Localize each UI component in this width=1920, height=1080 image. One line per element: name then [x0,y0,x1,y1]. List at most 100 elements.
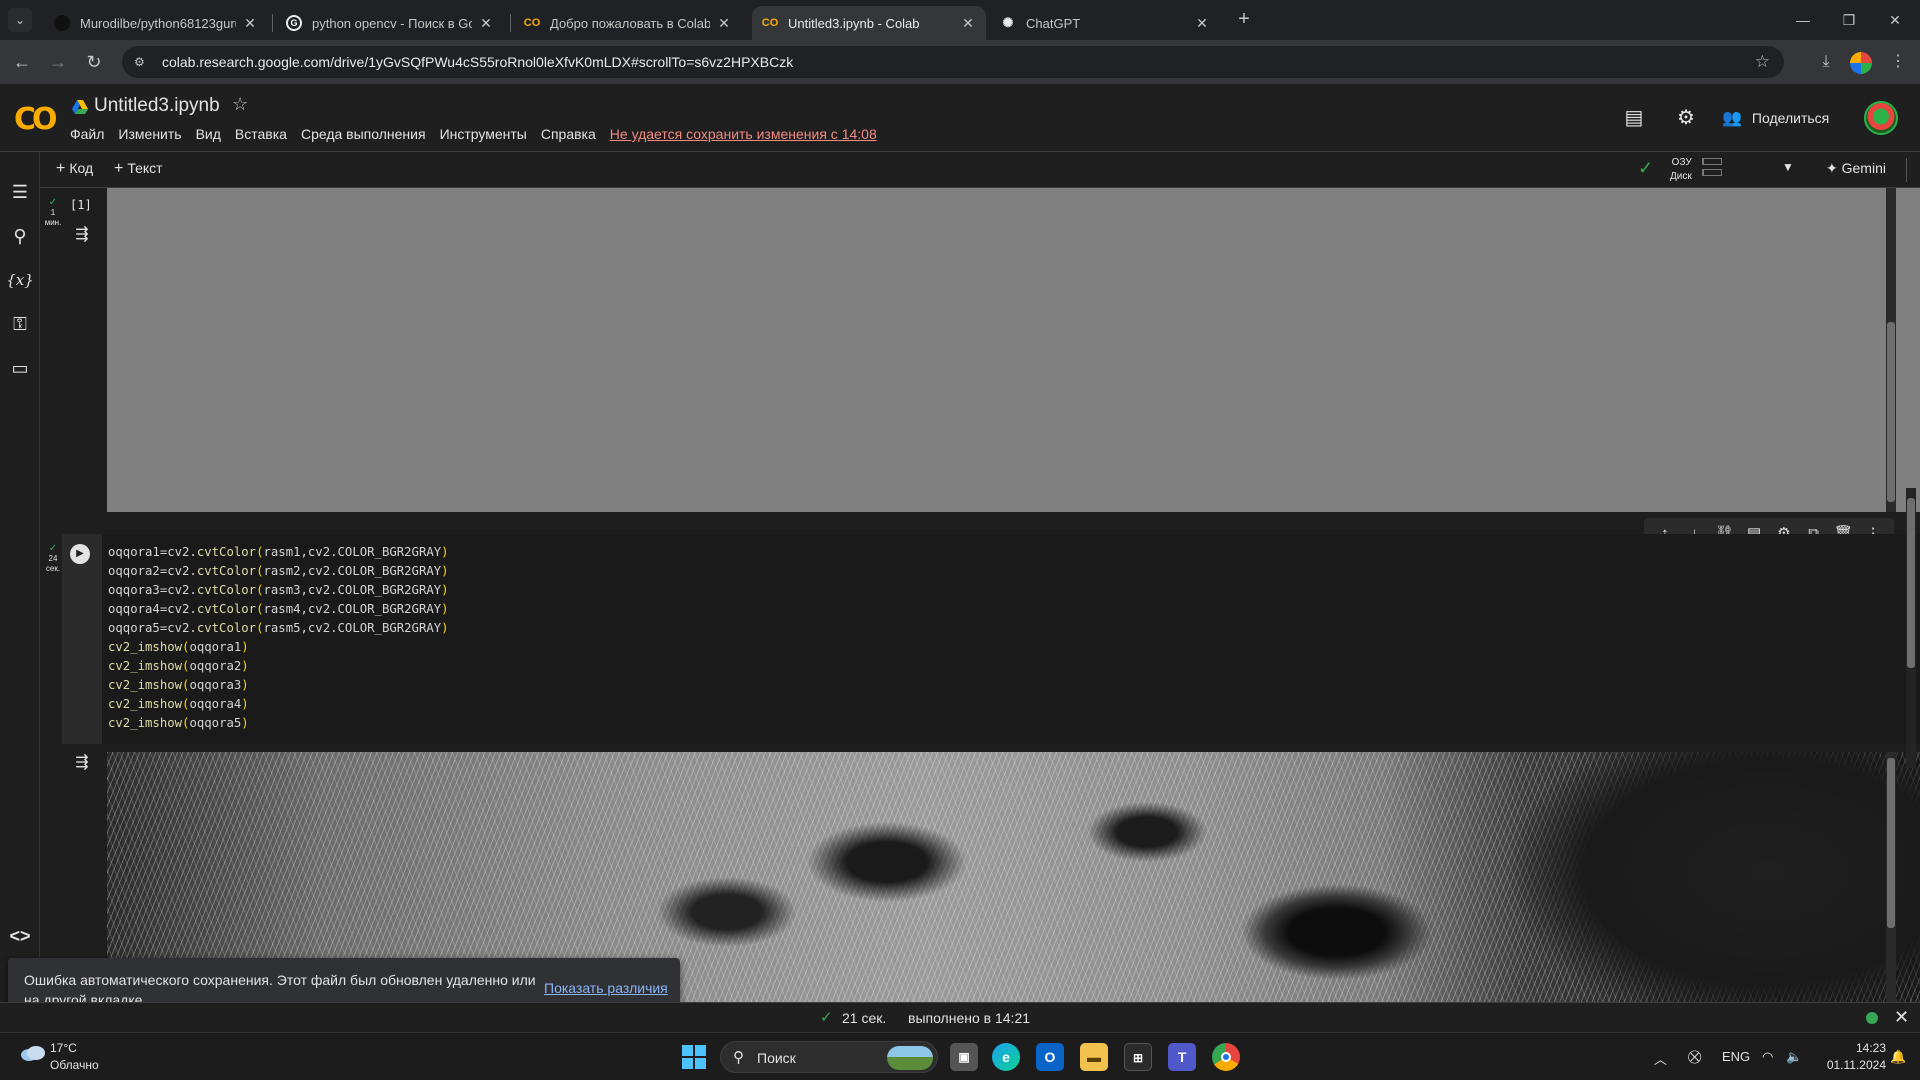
network-off-icon[interactable]: ⛒ [1688,1049,1701,1065]
tab-label: Murodilbe/python68123guruh [80,15,236,31]
browser-menu-icon[interactable]: ⋮ [1884,48,1912,76]
user-avatar[interactable] [1864,101,1898,135]
site-info-icon[interactable]: ⚙ [134,55,152,69]
browser-tab-google[interactable]: G python opencv - Поиск в Google ✕ [276,6,504,40]
notification-bell-icon[interactable]: 🔔 [1890,1049,1906,1065]
restore-button[interactable]: ❐ [1826,8,1872,32]
browser-tab-colab-active[interactable]: CO Untitled3.ipynb - Colab ✕ [752,6,986,40]
tab-search-button[interactable]: ⌄ [8,8,32,32]
windows-start-icon[interactable] [682,1045,706,1069]
browser-tab-chatgpt[interactable]: ✺ ChatGPT ✕ [990,6,1220,40]
settings-gear-icon[interactable]: ⚙ [1672,104,1700,132]
close-icon[interactable]: ✕ [1194,15,1210,32]
code-line[interactable]: oqqora2=cv2.cvtColor(rasm2,cv2.COLOR_BGR… [108,562,449,581]
gemini-button[interactable]: ✦ Gemini [1826,160,1886,177]
add-text-button[interactable]: + Текст [114,160,163,178]
menu-tools[interactable]: Инструменты [440,126,527,142]
code-line[interactable]: cv2_imshow(oqqora2) [108,657,449,676]
folder-icon[interactable]: ▭ [6,354,34,382]
notebook-title[interactable]: Untitled3.ipynb [94,95,220,117]
chevron-up-icon[interactable]: ︿ [1654,1049,1667,1068]
clock-date[interactable]: 01.11.2024 [1818,1058,1886,1072]
cell-output-image [107,188,1920,512]
code-line[interactable]: cv2_imshow(oqqora4) [108,695,449,714]
code-line[interactable]: cv2_imshow(oqqora1) [108,638,449,657]
resource-bars[interactable] [1702,158,1722,180]
outlook-icon[interactable]: O [1036,1043,1064,1071]
code-line[interactable]: oqqora4=cv2.cvtColor(rasm4,cv2.COLOR_BGR… [108,600,449,619]
code-line[interactable]: oqqora3=cv2.cvtColor(rasm3,cv2.COLOR_BGR… [108,581,449,600]
browser-tab-github[interactable]: Murodilbe/python68123guruh ✕ [44,6,268,40]
resource-labels[interactable]: ОЗУ Диск [1670,156,1692,184]
cloud-icon[interactable] [20,1045,46,1061]
ram-usage-bar [1702,158,1722,165]
menu-file[interactable]: Файл [70,126,104,142]
close-window-button[interactable]: ✕ [1872,8,1918,32]
close-icon[interactable]: ✕ [1894,1007,1909,1028]
teams-icon[interactable]: T [1168,1043,1196,1071]
browser-profile-avatar[interactable] [1850,52,1872,74]
menu-insert[interactable]: Вставка [235,126,287,142]
edge-browser-icon[interactable]: e [992,1043,1020,1071]
clock-time[interactable]: 14:23 [1846,1041,1886,1055]
address-bar[interactable]: ⚙ colab.research.google.com/drive/1yGvSQ… [122,46,1784,78]
minimize-button[interactable]: — [1780,8,1826,32]
secrets-key-icon[interactable]: ⚿ [6,310,34,338]
output-toggle-icon[interactable]: ⇶ [70,224,94,244]
close-icon[interactable]: ✕ [242,15,258,32]
output-toggle-icon[interactable]: ⇶ [70,752,94,772]
output-scrollbar[interactable] [1886,752,1896,1002]
chevron-down-icon[interactable]: ▼ [1782,160,1794,174]
menu-runtime[interactable]: Среда выполнения [301,126,426,142]
scrollbar-thumb[interactable] [1887,322,1895,502]
search-icon[interactable]: ⚲ [6,222,34,250]
reload-button[interactable]: ↻ [80,48,108,76]
star-icon[interactable]: ☆ [232,94,248,115]
run-cell-button[interactable]: ▶ [70,544,90,564]
file-explorer-icon[interactable]: ▬ [1080,1043,1108,1071]
browser-tab-colab-welcome[interactable]: CO Добро пожаловать в Colaboratory ✕ [514,6,742,40]
notebook-scrollbar[interactable] [1906,488,1916,768]
save-warning-link[interactable]: Не удается сохранить изменения с 14:08 [610,126,877,142]
wifi-icon[interactable]: ◠ [1762,1049,1773,1065]
close-icon[interactable]: ✕ [478,15,494,32]
share-button[interactable]: 👥 Поделиться [1722,104,1829,132]
disk-usage-bar [1702,169,1722,176]
back-button[interactable]: ← [8,48,36,76]
scrollbar-thumb[interactable] [1907,498,1915,668]
bookmark-star-icon[interactable]: ☆ [1755,52,1770,72]
new-tab-button[interactable]: + [1232,8,1256,32]
microsoft-store-icon[interactable]: ⊞ [1124,1043,1152,1071]
taskbar-search[interactable]: ⚲ Поиск [720,1041,938,1073]
code-line[interactable]: oqqora5=cv2.cvtColor(rasm5,cv2.COLOR_BGR… [108,619,449,638]
volume-icon[interactable]: 🔈 [1786,1049,1802,1065]
close-icon[interactable]: ✕ [960,15,976,32]
weather-temperature[interactable]: 17°C [50,1041,77,1055]
weather-condition[interactable]: Облачно [50,1058,99,1072]
code-editor[interactable]: oqqora1=cv2.cvtColor(rasm1,cv2.COLOR_BGR… [108,543,449,733]
colab-logo-icon[interactable]: CO [14,102,57,137]
input-language[interactable]: ENG [1722,1049,1750,1064]
scrollbar-thumb[interactable] [1887,758,1895,928]
show-diff-link[interactable]: Показать различия [544,980,668,996]
menu-help[interactable]: Справка [541,126,596,142]
variables-icon[interactable]: {x} [6,266,34,294]
forward-button[interactable]: → [44,48,72,76]
code-line[interactable]: cv2_imshow(oqqora5) [108,714,449,733]
code-line[interactable]: oqqora1=cv2.cvtColor(rasm1,cv2.COLOR_BGR… [108,543,449,562]
menu-edit[interactable]: Изменить [118,126,181,142]
code-snippets-icon[interactable]: <> [6,922,34,950]
menu-view[interactable]: Вид [196,126,221,142]
table-of-contents-icon[interactable]: ☰ [6,178,34,206]
close-icon[interactable]: ✕ [716,15,732,32]
task-view-icon[interactable]: ▣ [950,1043,978,1071]
add-code-button[interactable]: + Код [56,160,93,178]
url-text[interactable]: colab.research.google.com/drive/1yGvSQfP… [162,54,793,70]
code-line[interactable]: cv2_imshow(oqqora3) [108,676,449,695]
comments-icon[interactable]: ▤ [1620,104,1648,132]
code-cell[interactable]: ▶ oqqora1=cv2.cvtColor(rasm1,cv2.COLOR_B… [62,534,1920,744]
menu-bar: Файл Изменить Вид Вставка Среда выполнен… [70,126,891,142]
download-icon[interactable]: ⤓ [1812,48,1840,76]
chrome-browser-icon[interactable] [1212,1043,1240,1071]
output-scrollbar[interactable] [1886,188,1896,512]
